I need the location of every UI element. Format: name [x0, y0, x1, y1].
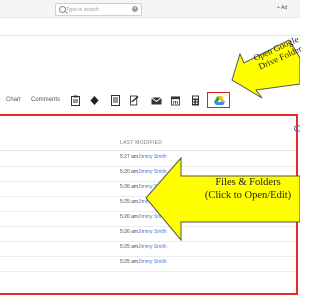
files-callout-line1: Files & Folders: [215, 177, 281, 188]
files-callout-line2: (Click to Open/Edit): [204, 190, 292, 201]
files-callout-text: Files & Folders (Click to Open/Edit): [196, 176, 300, 202]
annotation-layer: [145, 39, 300, 242]
